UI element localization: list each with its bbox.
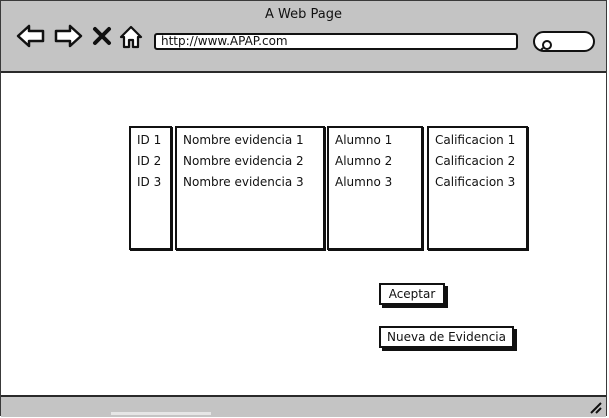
page-content: ID 1 ID 2 ID 3 Nombre evidencia 1 Nombre… [1,73,606,395]
accept-button[interactable]: Aceptar [379,283,445,305]
grade-cell[interactable]: Calificacion 2 [429,151,526,172]
browser-window: A Web Page http://www.APAP.com ID 1 ID 2… [0,0,607,417]
forward-arrow-icon[interactable] [53,23,83,49]
student-cell[interactable]: Alumno 2 [329,151,421,172]
evidence-name-cell[interactable]: Nombre evidencia 2 [177,151,323,172]
evidence-name-cell[interactable]: Nombre evidencia 3 [177,172,323,193]
evidence-name-column: Nombre evidencia 1 Nombre evidencia 2 No… [175,126,325,250]
new-evidence-button[interactable]: Nueva de Evidencia [379,326,514,348]
id-cell[interactable]: ID 3 [131,172,170,193]
status-bar [1,395,606,417]
student-cell[interactable]: Alumno 1 [329,130,421,151]
window-title: A Web Page [265,7,342,22]
back-arrow-icon[interactable] [16,23,46,49]
id-cell[interactable]: ID 2 [131,151,170,172]
resize-grip-icon[interactable] [588,399,602,418]
evidence-name-cell[interactable]: Nombre evidencia 1 [177,130,323,151]
search-field[interactable] [533,31,595,52]
url-input[interactable]: http://www.APAP.com [154,33,518,50]
grade-column: Calificacion 1 Calificacion 2 Calificaci… [427,126,528,250]
id-column: ID 1 ID 2 ID 3 [129,126,172,250]
grade-cell[interactable]: Calificacion 3 [429,172,526,193]
search-icon [540,36,554,55]
id-cell[interactable]: ID 1 [131,130,170,151]
home-icon[interactable] [118,24,144,50]
student-cell[interactable]: Alumno 3 [329,172,421,193]
status-bar-tab [111,412,211,415]
student-column: Alumno 1 Alumno 2 Alumno 3 [327,126,423,250]
grade-cell[interactable]: Calificacion 1 [429,130,526,151]
close-x-icon[interactable] [92,26,112,46]
browser-toolbar: A Web Page http://www.APAP.com [1,1,606,73]
